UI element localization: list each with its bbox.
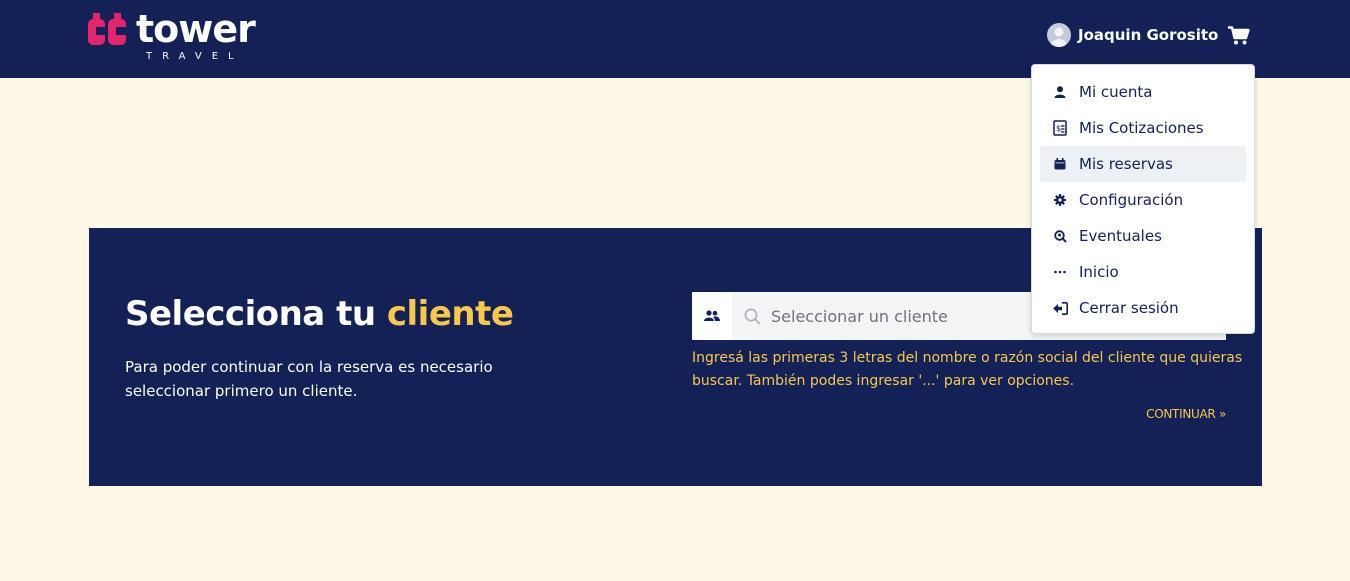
panel-title: Selecciona tu cliente — [125, 292, 514, 336]
calendar-icon — [1052, 156, 1068, 172]
user-dropdown-menu: Mi cuenta $ Mis Cotizaciones Mis reserva… — [1031, 64, 1255, 334]
title-accent: cliente — [386, 294, 514, 334]
invoice-dollar-icon: $ — [1052, 120, 1068, 136]
menu-item-mis-cotizaciones[interactable]: $ Mis Cotizaciones — [1040, 110, 1246, 146]
user-avatar-icon — [1047, 23, 1071, 47]
menu-item-mis-reservas[interactable]: Mis reservas — [1040, 146, 1246, 182]
menu-item-inicio[interactable]: Inicio — [1040, 254, 1246, 290]
user-menu-toggle[interactable]: Joaquin Gorosito — [1047, 23, 1218, 47]
svg-text:$: $ — [1056, 124, 1061, 133]
menu-item-mi-cuenta[interactable]: Mi cuenta — [1040, 74, 1246, 110]
menu-label: Mis reservas — [1079, 155, 1173, 173]
menu-label: Eventuales — [1079, 227, 1162, 245]
menu-label: Mis Cotizaciones — [1079, 119, 1204, 137]
title-prefix: Selecciona tu — [125, 294, 376, 334]
logo-wordmark: tower — [136, 7, 256, 51]
menu-label: Cerrar sesión — [1079, 299, 1179, 317]
ellipsis-icon — [1052, 264, 1068, 280]
menu-label: Configuración — [1079, 191, 1184, 209]
user-icon — [1052, 84, 1068, 100]
menu-item-cerrar-sesion[interactable]: Cerrar sesión — [1040, 290, 1246, 326]
search-icon — [744, 308, 761, 325]
users-addon — [692, 292, 732, 340]
shopping-cart-icon[interactable] — [1228, 26, 1250, 50]
continue-link[interactable]: CONTINUAR » — [1146, 407, 1226, 421]
gear-icon — [1052, 192, 1068, 208]
logo-subtitle: TRAVEL — [146, 51, 244, 62]
user-name: Joaquin Gorosito — [1078, 26, 1219, 44]
panel-description: Para poder continuar con la reserva es n… — [125, 358, 493, 400]
menu-label: Mi cuenta — [1079, 83, 1153, 101]
search-location-icon — [1052, 228, 1068, 244]
tower-logo-icon — [88, 13, 126, 45]
sign-out-icon — [1052, 300, 1068, 316]
users-icon — [704, 310, 720, 321]
menu-item-eventuales[interactable]: Eventuales — [1040, 218, 1246, 254]
search-hint: Ingresá las primeras 3 letras del nombre… — [692, 350, 1243, 389]
menu-label: Inicio — [1079, 263, 1119, 281]
tower-travel-logo[interactable]: tower TRAVEL — [88, 7, 256, 63]
menu-item-configuracion[interactable]: Configuración — [1040, 182, 1246, 218]
logo-text: tower TRAVEL — [136, 7, 256, 63]
